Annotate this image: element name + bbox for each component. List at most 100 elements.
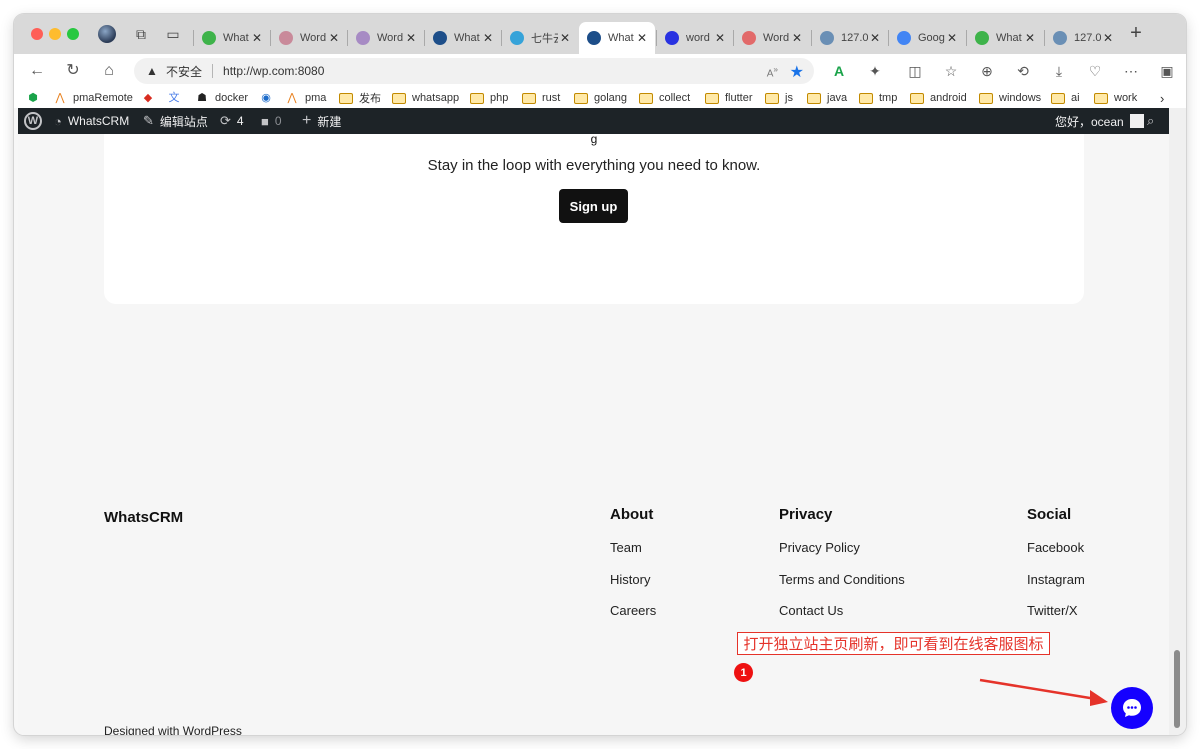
security-label[interactable]: 不安全: [166, 63, 202, 80]
back-icon[interactable]: ←: [28, 62, 46, 80]
plus-icon: +: [302, 112, 312, 129]
new-content-link[interactable]: + 新建: [302, 108, 341, 134]
tab-close-icon[interactable]: ✕: [713, 31, 727, 45]
split-screen-icon[interactable]: ◫: [906, 62, 924, 80]
tab-close-icon[interactable]: ✕: [790, 31, 804, 45]
history-icon[interactable]: ⟲: [1014, 62, 1032, 80]
tab-label: Goog: [918, 32, 945, 44]
bookmark-folder[interactable]: tmp: [859, 90, 897, 106]
downloads-icon[interactable]: ⤓: [1050, 62, 1068, 80]
bookmark-folder[interactable]: work: [1094, 90, 1137, 106]
favorites-icon[interactable]: ☆: [942, 62, 960, 80]
collections-icon[interactable]: ⊕: [978, 62, 996, 80]
bookmark-item[interactable]: 文: [167, 90, 187, 106]
edit-site-link[interactable]: ✎ 编辑站点: [143, 108, 208, 134]
account-menu[interactable]: 您好，ocean: [1055, 108, 1144, 134]
browser-tab[interactable]: What ✕: [579, 22, 655, 54]
tab-close-icon[interactable]: ✕: [868, 31, 882, 45]
footer-link-facebook[interactable]: Facebook: [1027, 540, 1084, 555]
refresh-icon[interactable]: ↻: [64, 62, 82, 80]
browser-tab[interactable]: Word ✕: [347, 22, 424, 54]
bookmark-folder[interactable]: android: [910, 90, 967, 106]
bookmark-item[interactable]: ◉: [259, 90, 279, 106]
browser-tab[interactable]: word ✕: [656, 22, 733, 54]
browser-essentials-icon[interactable]: ♡: [1086, 62, 1104, 80]
footer-link-twitter[interactable]: Twitter/X: [1027, 603, 1078, 618]
maximize-window-button[interactable]: [67, 28, 79, 40]
tab-close-icon[interactable]: ✕: [404, 31, 418, 45]
admin-search-icon[interactable]: ⌕: [1147, 108, 1154, 134]
footer-link-careers[interactable]: Careers: [610, 603, 656, 618]
bookmark-folder[interactable]: windows: [979, 90, 1041, 106]
home-icon[interactable]: ⌂: [100, 62, 118, 80]
footer-link-contact[interactable]: Contact Us: [779, 603, 843, 618]
footer-link-privacy-policy[interactable]: Privacy Policy: [779, 540, 860, 555]
wordpress-icon: [742, 31, 756, 45]
tab-close-icon[interactable]: ✕: [481, 31, 495, 45]
footer-link-team[interactable]: Team: [610, 540, 642, 555]
live-chat-button[interactable]: [1111, 687, 1153, 729]
new-tab-button[interactable]: +: [1126, 23, 1146, 44]
sidebar-toggle-icon[interactable]: ▣: [1158, 62, 1176, 80]
browser-tab[interactable]: Word ✕: [270, 22, 347, 54]
browser-tab[interactable]: What ✕: [966, 22, 1043, 54]
minimize-window-button[interactable]: [49, 28, 61, 40]
tab-close-icon[interactable]: ✕: [327, 31, 341, 45]
browser-tab[interactable]: Goog ✕: [888, 22, 965, 54]
linux-icon: ☗: [197, 92, 207, 104]
footer-link-terms[interactable]: Terms and Conditions: [779, 572, 905, 587]
admin-site-name[interactable]: ◔ WhatsCRM: [54, 108, 129, 134]
read-aloud-icon[interactable]: A»: [767, 64, 778, 79]
comments-link[interactable]: ■ 0: [261, 108, 282, 134]
favorite-star-icon[interactable]: ★: [790, 62, 804, 82]
profile-avatar[interactable]: [98, 25, 116, 43]
bookmark-folder[interactable]: php: [470, 90, 508, 106]
address-bar[interactable]: ▲ 不安全 http://wp.com:8080 A» ★: [134, 58, 814, 84]
bookmark-item[interactable]: ☗ docker: [195, 90, 248, 106]
tab-close-icon[interactable]: ✕: [1023, 31, 1037, 45]
tab-close-icon[interactable]: ✕: [250, 31, 264, 45]
browser-tab[interactable]: What ✕: [424, 22, 501, 54]
wordpress-link[interactable]: WordPress: [183, 724, 242, 735]
bookmark-folder[interactable]: 发布: [339, 90, 381, 106]
folder-icon: [765, 92, 779, 104]
bookmark-folder[interactable]: flutter: [705, 90, 753, 106]
bookmark-item[interactable]: ◆: [141, 90, 161, 106]
footer-link-instagram[interactable]: Instagram: [1027, 572, 1085, 587]
tab-close-icon[interactable]: ✕: [635, 31, 649, 45]
bookmark-folder[interactable]: js: [765, 90, 793, 106]
extensions-icon[interactable]: ✦: [866, 62, 884, 80]
tab-actions-icon[interactable]: ▭: [164, 25, 182, 43]
extension-a-icon[interactable]: A: [830, 62, 848, 80]
bookmark-folder[interactable]: whatsapp: [392, 90, 459, 106]
bookmark-item[interactable]: ⋀ pma: [285, 90, 326, 106]
scrollbar-thumb[interactable]: [1174, 650, 1180, 728]
bookmark-folder[interactable]: ai: [1051, 90, 1080, 106]
bookmark-folder[interactable]: rust: [522, 90, 560, 106]
bookmark-folder[interactable]: collect: [639, 90, 690, 106]
browser-tab[interactable]: What ✕: [193, 22, 270, 54]
folder-icon: [910, 92, 924, 104]
browser-tab[interactable]: Word ✕: [733, 22, 810, 54]
tab-close-icon[interactable]: ✕: [558, 31, 572, 45]
updates-link[interactable]: ⟳ 4: [220, 108, 244, 134]
footer-site-name[interactable]: WhatsCRM: [104, 509, 183, 526]
tab-close-icon[interactable]: ✕: [1101, 31, 1115, 45]
footer-link-history[interactable]: History: [610, 572, 650, 587]
bookmark-folder[interactable]: golang: [574, 90, 627, 106]
browser-tab[interactable]: 七牛云✕: [501, 22, 578, 54]
page-scrollbar[interactable]: [1169, 108, 1186, 735]
bookmark-folder[interactable]: java: [807, 90, 847, 106]
close-window-button[interactable]: [31, 28, 43, 40]
url-text[interactable]: http://wp.com:8080: [223, 64, 324, 78]
wp-logo-menu[interactable]: W: [24, 108, 42, 134]
bookmarks-overflow-icon[interactable]: ›: [1160, 90, 1164, 106]
bookmark-item[interactable]: ⋀ pmaRemote: [53, 90, 132, 106]
bookmark-item[interactable]: ⬢: [26, 90, 46, 106]
browser-tab[interactable]: 127.0 ✕: [811, 22, 888, 54]
signup-button[interactable]: Sign up: [559, 189, 628, 223]
more-menu-icon[interactable]: ⋯: [1122, 62, 1140, 80]
workspaces-icon[interactable]: ⧉: [132, 25, 150, 43]
tab-close-icon[interactable]: ✕: [945, 31, 959, 45]
browser-tab[interactable]: 127.0 ✕: [1044, 22, 1121, 54]
